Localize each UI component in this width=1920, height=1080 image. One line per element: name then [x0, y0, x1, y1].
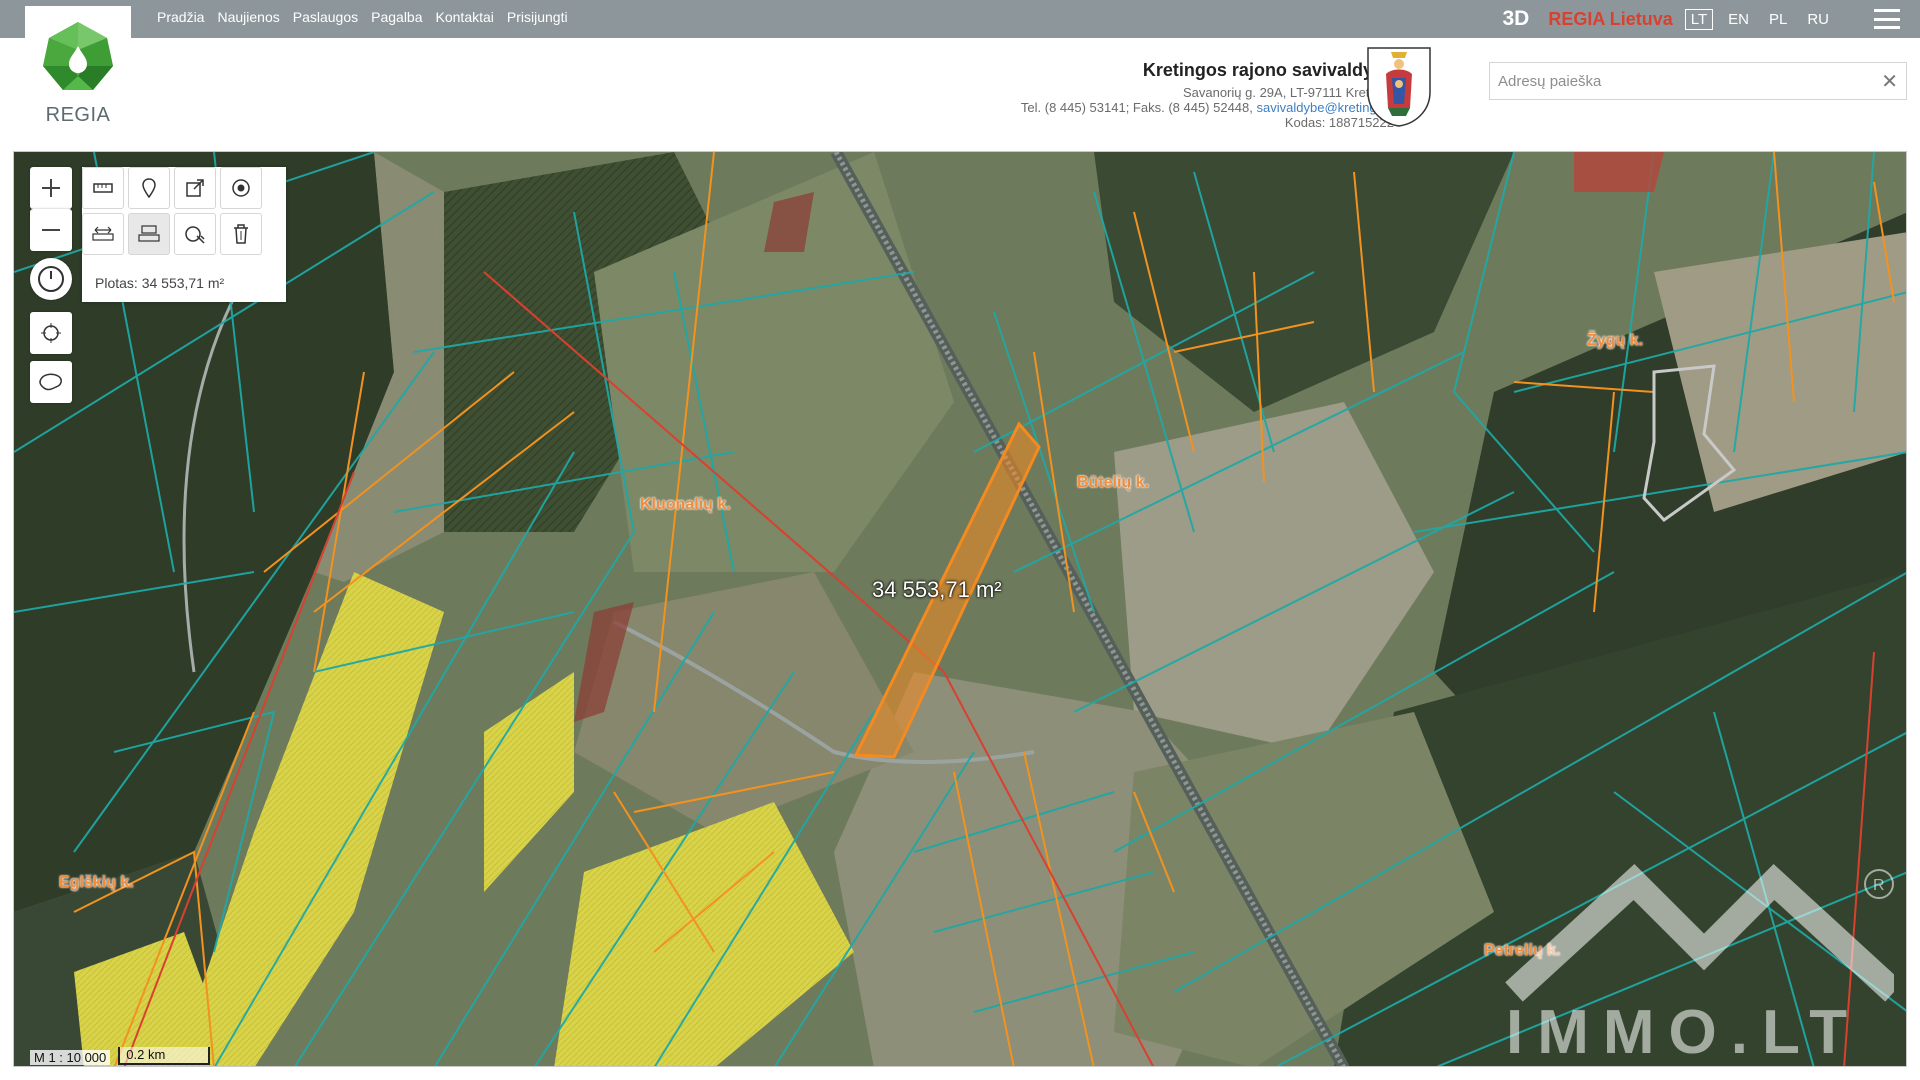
nav-kontaktai[interactable]: Kontaktai — [436, 9, 494, 25]
top-right-controls: 3D REGIA Lietuva LT EN PL RU — [1503, 0, 1900, 38]
regia-lietuva-link[interactable]: REGIA Lietuva — [1548, 9, 1672, 30]
nav-paslaugos[interactable]: Paslaugos — [293, 9, 358, 25]
delete-icon — [234, 224, 248, 244]
measure-area-icon — [138, 225, 160, 242]
history-icon — [38, 266, 64, 292]
svg-text:R: R — [1873, 877, 1885, 894]
municipality-info: Kretingos rajono savivaldybė Savanorių g… — [1021, 59, 1394, 130]
top-bar: Pradžia Naujienos Paslaugos Pagalba Kont… — [0, 0, 1920, 38]
municipality-address: Savanorių g. 29A, LT-97111 Kretinga — [1182, 85, 1394, 100]
regia-logo-icon — [43, 22, 113, 90]
area-measurement-label: 34 553,71 m² — [872, 577, 1002, 602]
address-search-input[interactable] — [1490, 63, 1870, 99]
measure-button[interactable] — [82, 167, 124, 209]
municipality-code: Kodas: 188715222 — [1284, 115, 1394, 130]
coat-of-arms-icon — [1367, 47, 1431, 127]
municipality-phone: Tel. (8 445) 53141; Faks. (8 445) 52448, — [1020, 100, 1253, 115]
hamburger-menu-icon[interactable] — [1874, 9, 1900, 29]
locate-icon — [41, 323, 61, 343]
delete-button[interactable] — [220, 213, 262, 255]
logo-text: REGIA — [45, 104, 111, 126]
lang-en[interactable]: EN — [1723, 10, 1754, 29]
scale-bar-length: 0.2 km — [118, 1047, 211, 1065]
history-button[interactable] — [30, 258, 72, 300]
nav-naujienos[interactable]: Naujienos — [217, 9, 279, 25]
village-label-eglskiu: Eglškių k. — [59, 874, 134, 891]
lang-pl[interactable]: PL — [1764, 10, 1792, 29]
village-label-buteliu: Būtelių k. — [1077, 474, 1150, 491]
plotas-readout: Plotas: 34 553,71 m² — [95, 275, 225, 291]
regia-logo[interactable]: REGIA — [25, 6, 131, 141]
zoom-out-button[interactable] — [30, 209, 72, 251]
address-search: ✕ — [1489, 62, 1907, 100]
municipality-name: Kretingos rajono savivaldybė — [1142, 60, 1394, 80]
measure-length-icon — [92, 226, 114, 241]
zoom-in-icon — [42, 179, 60, 197]
watermark-text: IMMO.LT — [1506, 998, 1862, 1067]
zoom-out-icon — [42, 229, 60, 231]
village-label-kluonaliu: Kluonalių k. — [640, 496, 731, 513]
layers-button[interactable] — [30, 361, 72, 403]
map-view[interactable]: Kluonalių k. Būtelių k. Žygų k. Eglškių … — [13, 151, 1907, 1067]
village-label-zygu: Žygų k. — [1587, 332, 1644, 349]
lang-lt[interactable]: LT — [1684, 8, 1714, 30]
measure-clear-icon — [185, 226, 205, 244]
measure-tool-panel: Plotas: 34 553,71 m² — [82, 167, 286, 302]
nav-pagalba[interactable]: Pagalba — [371, 9, 422, 25]
target-button[interactable] — [220, 167, 262, 209]
map-scale-text: M 1 : 10 000 — [30, 1050, 111, 1065]
immo-watermark-icon: R — [1505, 864, 1894, 1002]
3d-mode-button[interactable]: 3D — [1503, 7, 1530, 31]
share-icon — [186, 179, 204, 197]
layers-icon — [39, 373, 62, 391]
share-button[interactable] — [174, 167, 216, 209]
zoom-in-button[interactable] — [30, 167, 72, 209]
main-nav: Pradžia Naujienos Paslaugos Pagalba Kont… — [157, 9, 568, 25]
target-icon — [232, 179, 250, 197]
lang-ru[interactable]: RU — [1802, 10, 1834, 29]
marker-button[interactable] — [128, 167, 170, 209]
municipality-contacts: Tel. (8 445) 53141; Faks. (8 445) 52448,… — [1021, 100, 1394, 115]
scale-bar: M 1 : 10 000 0.2 km — [30, 1045, 211, 1065]
measure-area-button[interactable] — [128, 213, 170, 255]
measure-clear-button[interactable] — [174, 213, 216, 255]
nav-prisijungti[interactable]: Prisijungti — [507, 9, 568, 25]
measure-length-button[interactable] — [82, 213, 124, 255]
nav-pradzia[interactable]: Pradžia — [157, 9, 204, 25]
marker-icon — [142, 178, 156, 199]
close-icon[interactable]: ✕ — [1881, 69, 1898, 94]
measure-icon — [93, 183, 113, 193]
locate-button[interactable] — [30, 312, 72, 354]
